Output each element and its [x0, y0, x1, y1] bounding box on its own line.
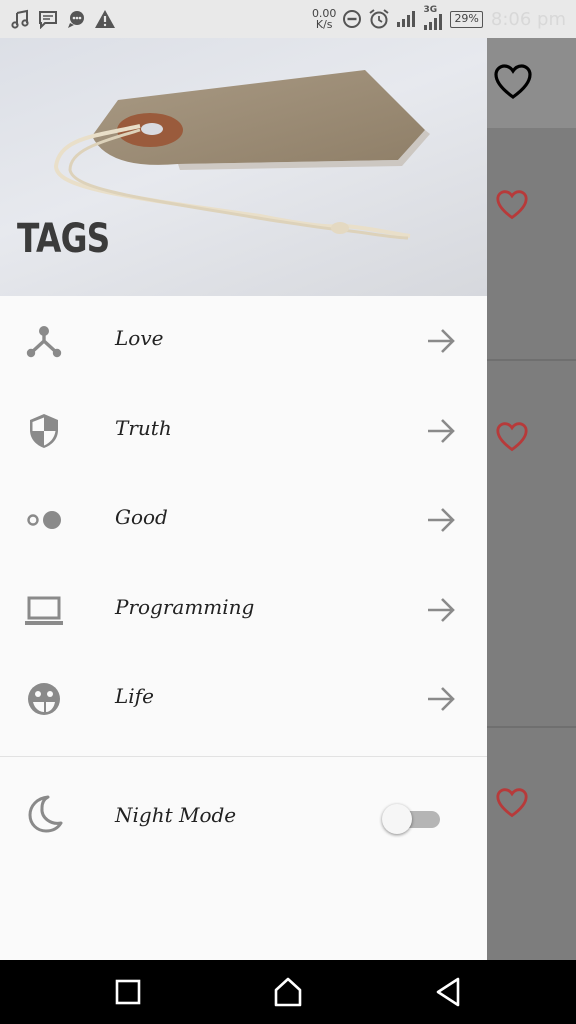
- battery-indicator: 29%: [450, 10, 483, 28]
- arrow-right-icon: [428, 508, 455, 532]
- status-clock: 8:06 pm: [490, 8, 566, 30]
- drawer-header: TAGS: [0, 38, 487, 296]
- alarm-icon: [369, 9, 390, 29]
- night-mode-label: Night Mode: [115, 803, 237, 827]
- heart-icon[interactable]: [496, 422, 528, 452]
- menu-item-label: Programming: [115, 594, 255, 619]
- moon-icon: [28, 795, 63, 833]
- menu-item-programming[interactable]: Programming: [0, 565, 487, 655]
- do-not-disturb-icon: [343, 10, 362, 28]
- shield-icon: [30, 413, 58, 448]
- status-bar: 0.00 K/s 3G 29% 8:06 pm: [0, 0, 576, 38]
- menu-item-life[interactable]: Life: [0, 654, 487, 744]
- menu-item-label: Love: [115, 326, 164, 350]
- heart-icon[interactable]: [496, 788, 528, 818]
- menu-item-label: Truth: [115, 415, 172, 440]
- system-icons: 0.00 K/s 3G 29% 8:06 pm: [312, 4, 566, 34]
- arrow-right-icon: [428, 418, 455, 443]
- toggle-thumb: [382, 804, 412, 834]
- home-button[interactable]: [271, 976, 305, 1008]
- menu-item-love[interactable]: Love: [0, 296, 487, 386]
- warning-icon: [95, 10, 115, 28]
- laptop-icon: [25, 596, 63, 625]
- signal-icon: [397, 11, 416, 27]
- menu-item-truth[interactable]: Truth: [0, 386, 487, 476]
- tree-nodes-icon: [26, 326, 62, 358]
- menu-item-label: Life: [115, 684, 154, 708]
- drawer-title: TAGS: [17, 216, 110, 262]
- back-button[interactable]: [432, 976, 466, 1008]
- menu-item-label: Good: [115, 505, 168, 529]
- signal-3g-icon: 3G: [422, 5, 444, 31]
- card-divider: [487, 726, 576, 728]
- card-divider: [487, 359, 576, 361]
- music-icon: [11, 9, 29, 29]
- navigation-drawer: TAGS Love Truth Good Programming Life Ni…: [0, 38, 487, 960]
- message-icon: [39, 11, 57, 29]
- heart-icon[interactable]: [496, 190, 528, 220]
- face-icon: [28, 683, 60, 715]
- menu-divider: [0, 756, 487, 757]
- arrow-right-icon: [428, 597, 455, 622]
- menu-item-good[interactable]: Good: [0, 475, 487, 565]
- recent-apps-button[interactable]: [111, 976, 145, 1008]
- night-mode-toggle[interactable]: [382, 804, 440, 834]
- dots-icon: [27, 511, 61, 529]
- network-speed: 0.00 K/s: [311, 7, 337, 31]
- system-nav-bar: [0, 960, 576, 1024]
- chat-icon: [68, 11, 84, 28]
- tag-menu: Love Truth Good Programming Life: [0, 296, 487, 744]
- arrow-right-icon: [428, 687, 455, 711]
- notification-icons: [10, 7, 116, 31]
- arrow-right-icon: [428, 329, 455, 353]
- favorites-heart-icon[interactable]: [494, 64, 532, 100]
- night-mode-row[interactable]: Night Mode: [0, 776, 487, 856]
